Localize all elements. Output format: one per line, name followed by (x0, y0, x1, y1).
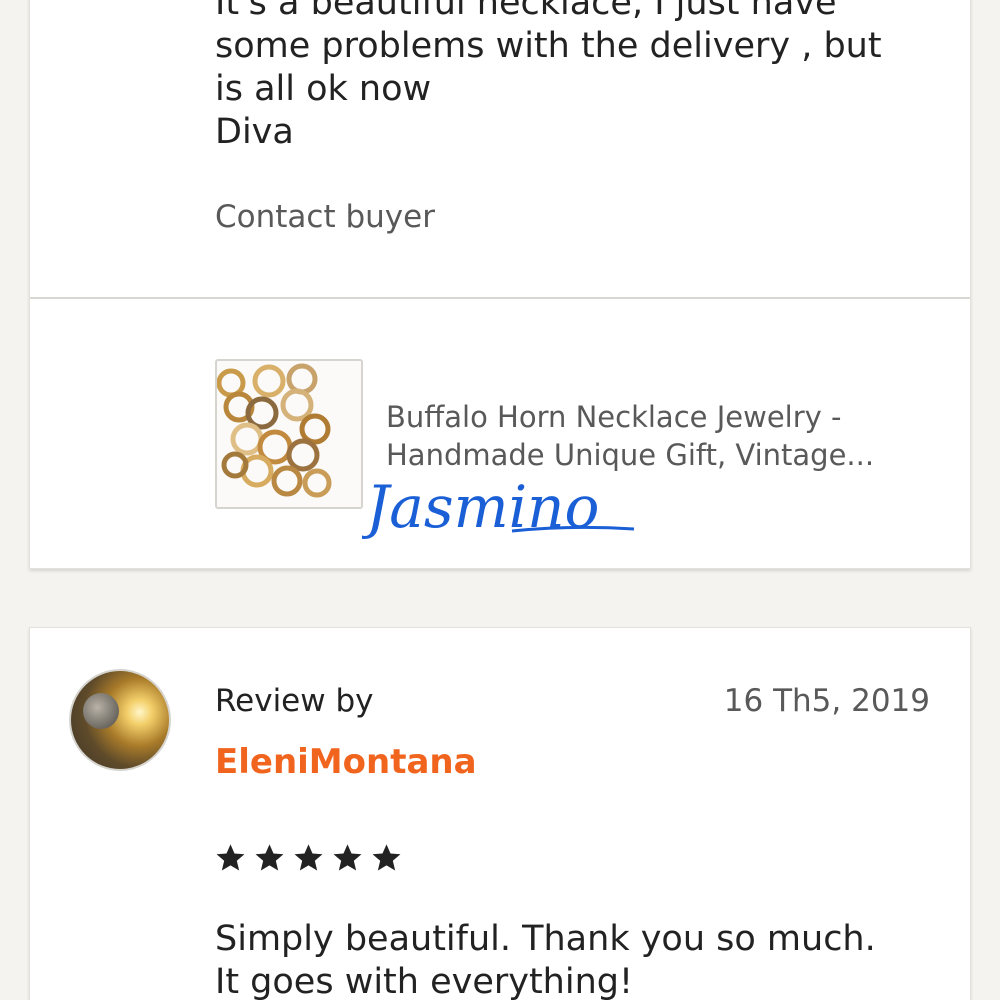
review-text-line: Simply beautiful. Thank you so much. (215, 919, 876, 959)
star-icon (255, 844, 284, 871)
star-icon (294, 844, 323, 871)
watermark-text: Jasmino (362, 473, 599, 541)
star-icon (333, 844, 362, 871)
review-text-line: some problems with the delivery , but (215, 26, 882, 66)
product-title-link[interactable]: Buffalo Horn Necklace Jewelry - Handmade… (386, 398, 946, 474)
review-text-line: It goes with everything! (215, 962, 634, 1000)
review-text-line: is all ok now (215, 69, 432, 109)
star-icon (216, 844, 245, 871)
user-avatar[interactable] (69, 669, 171, 771)
star-rating (215, 842, 402, 873)
reviewer-name-link[interactable]: EleniMontana (215, 742, 477, 782)
review-text-line: It's a beautiful necklace, I just have (215, 0, 837, 23)
avatar-moon-shape (83, 693, 119, 729)
product-thumbnail[interactable] (215, 359, 363, 509)
review-card: Review by 16 Th5, 2019 EleniMontana Simp… (29, 627, 971, 1000)
contact-buyer-link[interactable]: Contact buyer (215, 199, 435, 235)
review-text-line: Diva (215, 112, 294, 152)
review-text: It's a beautiful necklace, I just have s… (215, 0, 955, 154)
review-date: 16 Th5, 2019 (723, 683, 930, 719)
watermark-signature: Jasmino (362, 473, 635, 541)
review-text: Simply beautiful. Thank you so much. It … (215, 918, 955, 1000)
review-card: It's a beautiful necklace, I just have s… (29, 0, 971, 569)
product-title-line: Buffalo Horn Necklace Jewelry - (386, 400, 842, 434)
necklace-image (217, 361, 361, 507)
reviews-page: It's a beautiful necklace, I just have s… (0, 0, 1000, 1000)
star-icon (372, 844, 401, 871)
review-by-label: Review by (215, 683, 374, 719)
section-divider (30, 297, 970, 299)
